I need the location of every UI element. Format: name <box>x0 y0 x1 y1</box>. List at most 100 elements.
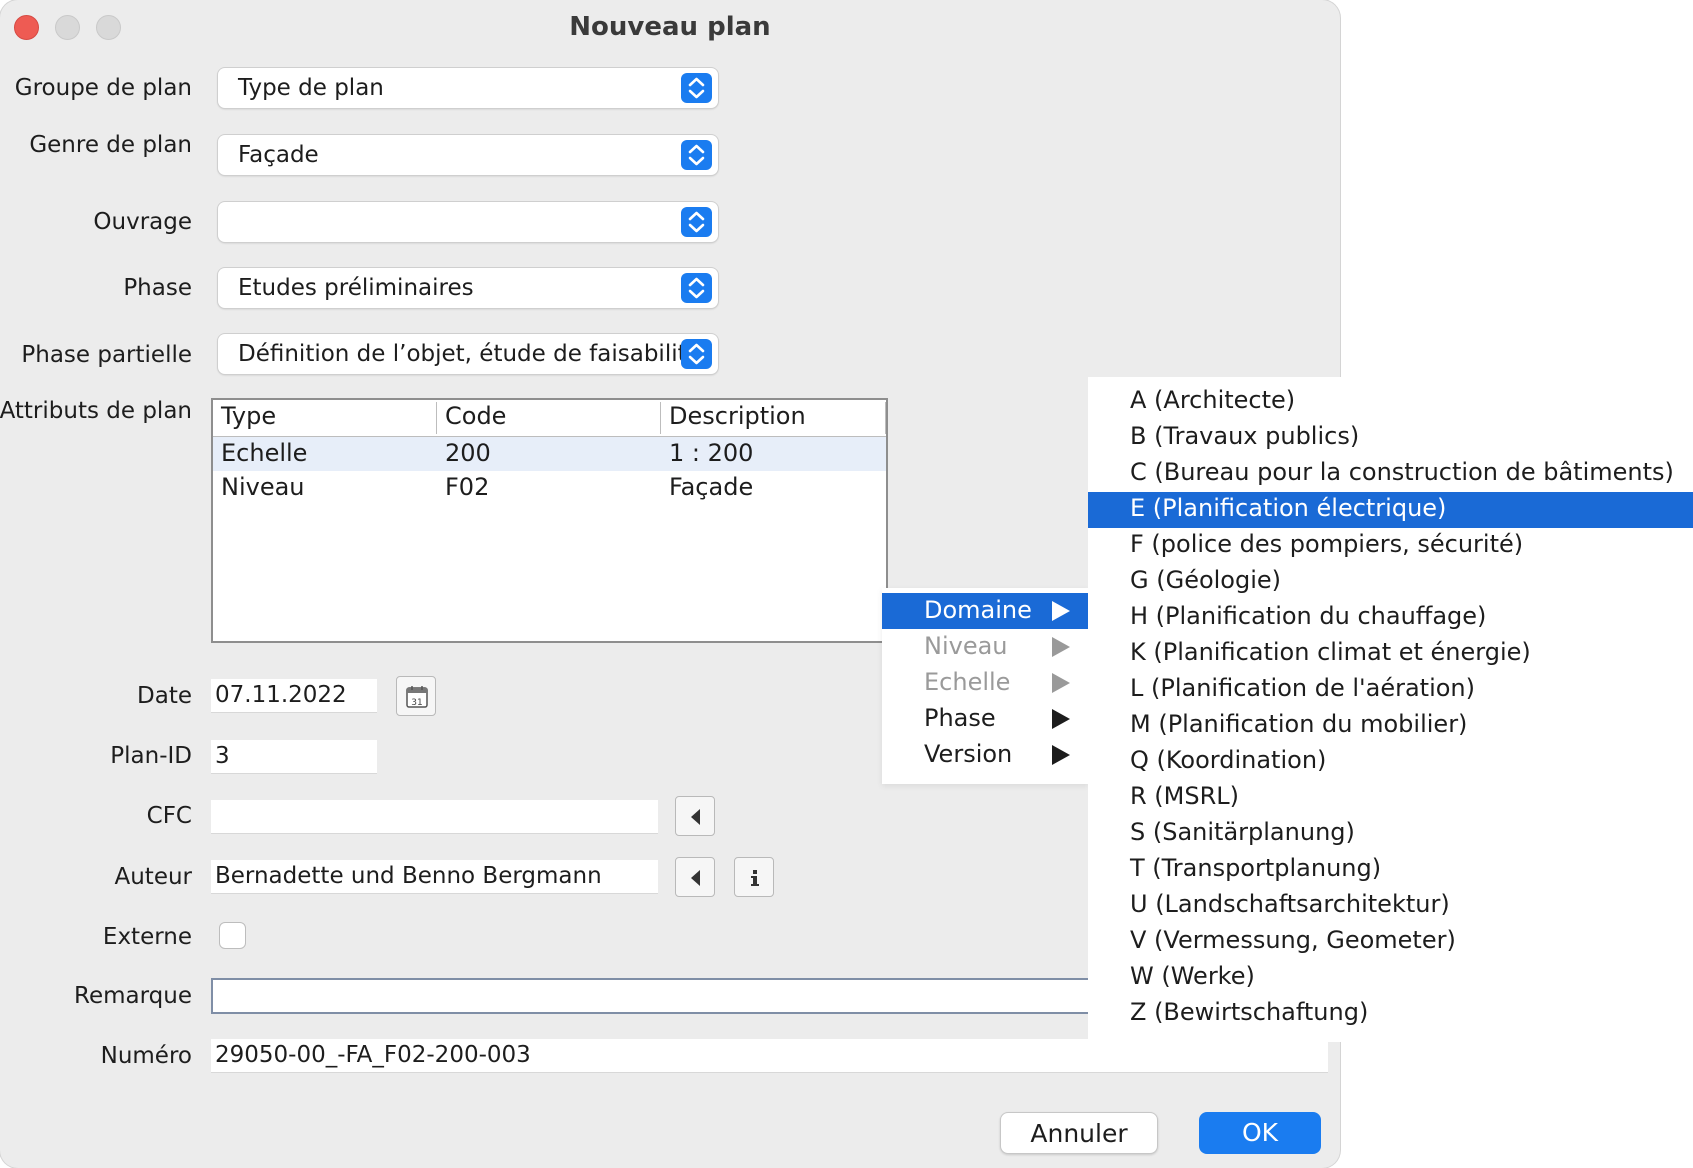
menu-item-version[interactable]: Version <box>882 737 1088 773</box>
numero-value: 29050-00_-FA_F02-200-003 <box>215 1042 531 1068</box>
groupe-select[interactable]: Type de plan <box>218 68 718 108</box>
planid-value: 3 <box>215 743 230 769</box>
menu-item-echelle: Echelle <box>882 665 1088 701</box>
column-header-code[interactable]: Code <box>437 402 661 434</box>
submenu-item[interactable]: G (Géologie) <box>1088 564 1693 600</box>
select-arrows-icon <box>681 339 712 369</box>
submenu-item[interactable]: B (Travaux publics) <box>1088 420 1693 456</box>
calendar-button[interactable]: 31 <box>396 676 436 716</box>
title-bar: Nouveau plan <box>0 0 1340 56</box>
submenu-item-label: Q (Koordination) <box>1130 746 1327 774</box>
triangle-left-icon <box>691 809 700 825</box>
submenu-item[interactable]: T (Transportplanung) <box>1088 852 1693 888</box>
submenu-arrow-icon <box>1052 709 1070 729</box>
submenu-item-label: S (Sanitärplanung) <box>1130 818 1355 846</box>
cfc-field[interactable] <box>211 800 658 834</box>
planid-field[interactable]: 3 <box>211 740 377 774</box>
svg-text:31: 31 <box>411 698 422 708</box>
submenu-item-label: C (Bureau pour la construction de bâtime… <box>1130 458 1674 486</box>
submenu-item[interactable]: C (Bureau pour la construction de bâtime… <box>1088 456 1693 492</box>
submenu-item-label: T (Transportplanung) <box>1130 854 1382 882</box>
info-icon <box>751 870 759 886</box>
cfc-pick-button[interactable] <box>675 796 715 836</box>
table-cell: 200 <box>445 439 491 467</box>
submenu-item[interactable]: S (Sanitärplanung) <box>1088 816 1693 852</box>
attributs-label: Attributs de plan <box>0 398 192 424</box>
table-cell: Echelle <box>221 439 308 467</box>
submenu-item[interactable]: H (Planification du chauffage) <box>1088 600 1693 636</box>
menu-item-phase[interactable]: Phase <box>882 701 1088 737</box>
submenu-item-label: R (MSRL) <box>1130 782 1240 810</box>
phase-select[interactable]: Etudes préliminaires <box>218 268 718 308</box>
groupe-label: Groupe de plan <box>14 75 192 101</box>
submenu-item[interactable]: R (MSRL) <box>1088 780 1693 816</box>
ouvrage-label: Ouvrage <box>93 209 192 235</box>
submenu-item[interactable]: L (Planification de l'aération) <box>1088 672 1693 708</box>
genre-value: Façade <box>238 142 319 168</box>
menu-item-domaine[interactable]: Domaine <box>882 593 1088 629</box>
menu-item-label: Echelle <box>924 668 1011 696</box>
domaine-submenu: A (Architecte) B (Travaux publics) C (Bu… <box>1088 377 1693 1042</box>
calendar-icon: 31 <box>406 686 428 708</box>
submenu-item-label: E (Planification électrique) <box>1130 494 1447 522</box>
menu-item-label: Niveau <box>924 632 1008 660</box>
genre-label: Genre de plan <box>29 132 192 158</box>
submenu-item-label: M (Planification du mobilier) <box>1130 710 1468 738</box>
triangle-left-icon <box>691 870 700 886</box>
submenu-item[interactable]: Z (Bewirtschaftung) <box>1088 996 1693 1032</box>
auteur-pick-button[interactable] <box>675 857 715 897</box>
phase-partielle-value: Définition de l’objet, étude de faisabil… <box>238 341 701 367</box>
auteur-field[interactable]: Bernadette und Benno Bergmann <box>211 860 658 894</box>
submenu-item-label: W (Werke) <box>1130 962 1255 990</box>
cfc-label: CFC <box>146 803 192 829</box>
menu-item-label: Domaine <box>924 596 1032 624</box>
table-cell: 1 : 200 <box>669 439 754 467</box>
auteur-info-button[interactable] <box>734 857 774 897</box>
select-arrows-icon <box>681 140 712 170</box>
submenu-item-label: L (Planification de l'aération) <box>1130 674 1475 702</box>
submenu-item-label: V (Vermessung, Geometer) <box>1130 926 1456 954</box>
submenu-item-label: Z (Bewirtschaftung) <box>1130 998 1369 1026</box>
date-label: Date <box>137 683 192 709</box>
table-row[interactable]: Niveau F02 Façade <box>213 471 886 505</box>
submenu-arrow-icon <box>1052 601 1070 621</box>
genre-select[interactable]: Façade <box>218 135 718 175</box>
phase-partielle-label: Phase partielle <box>21 342 192 368</box>
table-row[interactable]: Echelle 200 1 : 200 <box>213 437 886 471</box>
submenu-item-label: A (Architecte) <box>1130 386 1296 414</box>
column-header-description[interactable]: Description <box>661 402 886 434</box>
table-cell: Niveau <box>221 473 305 501</box>
column-header-type[interactable]: Type <box>213 402 437 434</box>
externe-label: Externe <box>102 924 192 950</box>
date-field[interactable]: 07.11.2022 <box>211 679 377 713</box>
numero-label: Numéro <box>100 1043 192 1069</box>
submenu-item[interactable]: A (Architecte) <box>1088 384 1693 420</box>
submenu-item[interactable]: K (Planification climat et énergie) <box>1088 636 1693 672</box>
submenu-item[interactable]: U (Landschaftsarchitektur) <box>1088 888 1693 924</box>
attributes-table[interactable]: Type Code Description Echelle 200 1 : 20… <box>211 398 888 643</box>
submenu-item-label: G (Géologie) <box>1130 566 1282 594</box>
numero-field: 29050-00_-FA_F02-200-003 <box>211 1039 1328 1073</box>
select-arrows-icon <box>681 207 712 237</box>
submenu-item-label: B (Travaux publics) <box>1130 422 1360 450</box>
submenu-item[interactable]: V (Vermessung, Geometer) <box>1088 924 1693 960</box>
submenu-item-highlighted[interactable]: E (Planification électrique) <box>1088 492 1693 528</box>
cancel-button[interactable]: Annuler <box>1000 1112 1158 1154</box>
submenu-arrow-icon <box>1052 673 1070 693</box>
menu-item-label: Version <box>924 740 1013 768</box>
submenu-item[interactable]: Q (Koordination) <box>1088 744 1693 780</box>
submenu-arrow-icon <box>1052 637 1070 657</box>
submenu-item-label: H (Planification du chauffage) <box>1130 602 1487 630</box>
submenu-item[interactable]: W (Werke) <box>1088 960 1693 996</box>
select-arrows-icon <box>681 73 712 103</box>
submenu-item[interactable]: M (Planification du mobilier) <box>1088 708 1693 744</box>
phase-partielle-select[interactable]: Définition de l’objet, étude de faisabil… <box>218 334 718 374</box>
ouvrage-select[interactable] <box>218 202 718 242</box>
ok-button[interactable]: OK <box>1199 1112 1321 1154</box>
phase-label: Phase <box>123 275 192 301</box>
window-title: Nouveau plan <box>569 12 771 42</box>
submenu-arrow-icon <box>1052 745 1070 765</box>
externe-checkbox[interactable] <box>219 922 246 949</box>
select-arrows-icon <box>681 273 712 303</box>
submenu-item[interactable]: F (police des pompiers, sécurité) <box>1088 528 1693 564</box>
